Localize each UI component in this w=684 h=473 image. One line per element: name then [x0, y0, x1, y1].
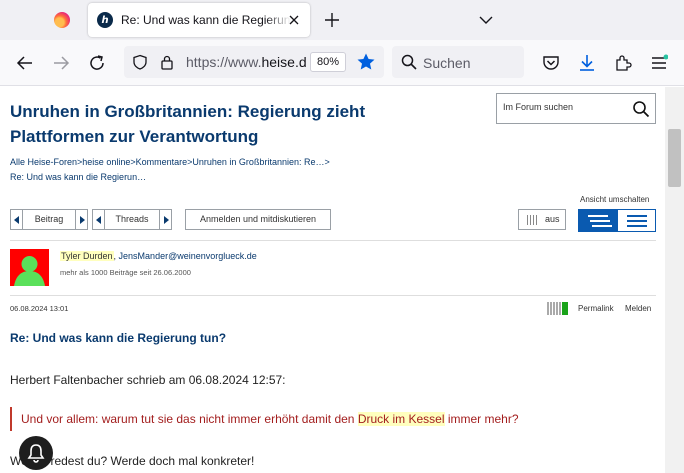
- avatar[interactable]: [10, 249, 49, 286]
- divider: [10, 295, 656, 296]
- report-link[interactable]: Melden: [625, 304, 651, 313]
- plus-icon[interactable]: [320, 8, 344, 32]
- breadcrumb-item[interactable]: Alle Heise-Foren: [10, 157, 77, 167]
- page-content: Unruhen in Großbritannien: Regierung zie…: [0, 87, 665, 473]
- reload-icon[interactable]: [83, 49, 111, 77]
- forum-search: [496, 93, 656, 124]
- previous-post-arrow-icon[interactable]: [11, 210, 23, 229]
- notification-bell-icon[interactable]: [19, 436, 53, 470]
- search-icon[interactable]: [632, 100, 650, 118]
- web-search-placeholder: Suchen: [423, 55, 471, 71]
- url-prefix: https://www.: [186, 54, 262, 70]
- permalink-link[interactable]: Permalink: [578, 304, 614, 313]
- nav-bar: https://www.heise.de/forum/heise-online …: [0, 40, 684, 86]
- pager-thread-label: Threads: [115, 214, 149, 224]
- quote-text-end: immer mehr?: [444, 412, 519, 426]
- extensions-icon[interactable]: [609, 49, 637, 77]
- scrollbar[interactable]: [665, 87, 684, 473]
- quote-text: Und vor allem: warum tut sie das nicht i…: [21, 412, 358, 426]
- post-author-line: Tyler Durden, JensMander@weinenvorglueck…: [60, 251, 257, 261]
- download-icon[interactable]: [573, 49, 601, 77]
- author-meta: mehr als 1000 Beiträge seit 26.06.2000: [60, 268, 191, 277]
- breadcrumb-sep: >: [324, 157, 330, 167]
- search-icon: [401, 54, 417, 74]
- url-text[interactable]: https://www.heise.de/forum/heise-online: [186, 54, 306, 70]
- next-post-arrow-icon[interactable]: [75, 210, 87, 229]
- forward-arrow-icon[interactable]: [47, 49, 75, 77]
- back-arrow-icon[interactable]: [11, 49, 39, 77]
- url-host: heise.de/forum/heise-online: [261, 54, 306, 70]
- breadcrumb-item[interactable]: heise online: [82, 157, 130, 167]
- flat-view-icon[interactable]: [617, 209, 656, 232]
- threaded-view-icon[interactable]: [578, 209, 617, 232]
- pocket-icon[interactable]: [537, 49, 565, 77]
- firefox-icon: [54, 12, 70, 28]
- pager-post-label: Beitrag: [34, 214, 64, 224]
- breadcrumb: Alle Heise-Foren>heise online>Kommentare…: [10, 155, 430, 185]
- chevron-down-icon[interactable]: [476, 10, 496, 30]
- tab-title: Re: Und was kann die Regierung tun?: [121, 13, 291, 27]
- forum-search-input[interactable]: [503, 102, 628, 112]
- next-thread-arrow-icon[interactable]: [159, 210, 171, 229]
- thread-title[interactable]: Unruhen in Großbritannien: Regierung zie…: [10, 99, 410, 149]
- close-icon[interactable]: [286, 12, 302, 28]
- author-email[interactable]: JensMander@weinenvorglueck.de: [119, 251, 257, 261]
- breadcrumb-item[interactable]: Kommentare: [136, 157, 188, 167]
- login-button[interactable]: Anmelden und mitdiskutieren: [185, 209, 331, 230]
- quote-highlight: Druck im Kessel: [357, 412, 445, 426]
- rating-toggle-label: aus: [545, 214, 560, 224]
- web-search-bar[interactable]: Suchen: [392, 46, 524, 78]
- url-bar[interactable]: https://www.heise.de/forum/heise-online …: [124, 46, 384, 78]
- hamburger-menu-icon[interactable]: [645, 49, 673, 77]
- breadcrumb-item[interactable]: Unruhen in Großbritannien: Re…: [192, 157, 324, 167]
- post-pager: Beitrag: [10, 209, 88, 230]
- rating-bars-icon: [527, 215, 539, 225]
- post-date: 06.08.2024 13:01: [10, 304, 69, 313]
- zoom-indicator[interactable]: 80%: [310, 52, 346, 72]
- previous-thread-arrow-icon[interactable]: [93, 210, 105, 229]
- thread-pager: Threads: [92, 209, 172, 230]
- shield-icon[interactable]: [132, 54, 148, 74]
- lock-icon[interactable]: [160, 54, 174, 74]
- post-intro: Herbert Faltenbacher schrieb am 06.08.20…: [10, 373, 286, 387]
- view-toggle-label: Ansicht umschalten: [580, 195, 650, 204]
- rating-toggle-button[interactable]: aus: [518, 209, 566, 230]
- heise-favicon: h: [97, 12, 113, 28]
- breadcrumb-item[interactable]: Re: Und was kann die Regierun…: [10, 172, 146, 182]
- active-tab[interactable]: h Re: Und was kann die Regierung tun?: [88, 3, 310, 37]
- author-name[interactable]: Tyler Durden: [60, 251, 114, 261]
- scrollbar-thumb[interactable]: [668, 129, 681, 187]
- tab-bar: h Re: Und was kann die Regierung tun?: [0, 0, 684, 40]
- post-subject: Re: Und was kann die Regierung tun?: [10, 331, 227, 345]
- rating-icon: [547, 302, 571, 315]
- firefox-tab[interactable]: [44, 6, 80, 34]
- post-quote: Und vor allem: warum tut sie das nicht i…: [10, 407, 519, 431]
- star-icon[interactable]: [356, 52, 376, 72]
- divider: [10, 240, 656, 241]
